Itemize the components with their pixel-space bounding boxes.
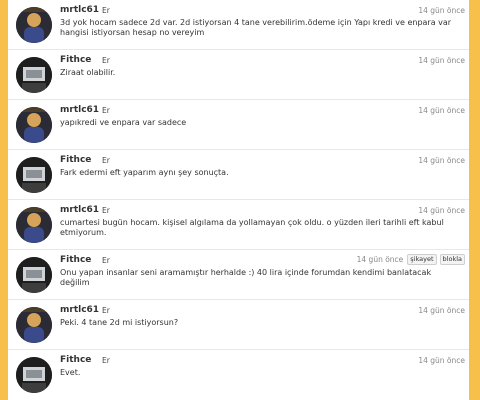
message-item: Fithce Er 14 gün önce şikayet blokla Onu… — [8, 250, 469, 300]
message-actions: 14 gün önce şikayet blokla — [357, 254, 465, 265]
report-button[interactable]: şikayet — [407, 254, 437, 265]
gender-label: Er — [102, 356, 110, 365]
message-text: Ziraat olabilir. — [60, 68, 116, 77]
message-text: Onu yapan insanlar seni aramamıştır herh… — [60, 268, 432, 287]
author-name[interactable]: mrtlc61 — [60, 5, 99, 15]
avatar-mrtlc61[interactable] — [16, 7, 52, 43]
gender-label: Er — [102, 56, 110, 65]
author-name[interactable]: Fithce — [60, 255, 91, 265]
message-date: 14 gün önce — [418, 356, 465, 365]
message-text: Evet. — [60, 368, 81, 377]
message-date: 14 gün önce — [418, 56, 465, 65]
message-thread: mrtlc61 Er 14 gün önce 3d yok hocam sade… — [8, 0, 469, 400]
message-item: mrtlc61 Er 14 gün önce Peki. 4 tane 2d m… — [8, 300, 469, 350]
message-text: cumartesi bugün hocam. kişisel algılama … — [60, 218, 444, 237]
author-name[interactable]: Fithce — [60, 155, 91, 165]
avatar-fithce[interactable] — [16, 357, 52, 393]
message-item: Fithce Er 14 gün önce Evet. — [8, 350, 469, 399]
message-item: mrtlc61 Er 14 gün önce yapıkredi ve enpa… — [8, 100, 469, 150]
right-scroll-bar[interactable] — [469, 0, 480, 400]
avatar-fithce[interactable] — [16, 157, 52, 193]
avatar-mrtlc61[interactable] — [16, 307, 52, 343]
message-date: 14 gün önce — [356, 255, 404, 264]
avatar-fithce[interactable] — [16, 57, 52, 93]
gender-label: Er — [102, 6, 110, 15]
gender-label: Er — [102, 306, 110, 315]
avatar-mrtlc61[interactable] — [16, 207, 52, 243]
message-text: Peki. 4 tane 2d mi istiyorsun? — [60, 318, 179, 327]
author-name[interactable]: Fithce — [60, 55, 91, 65]
message-text: 3d yok hocam sadece 2d var. 2d istiyorsa… — [60, 18, 452, 37]
author-name[interactable]: mrtlc61 — [60, 205, 99, 215]
author-name[interactable]: mrtlc61 — [60, 305, 99, 315]
author-name[interactable]: mrtlc61 — [60, 105, 99, 115]
message-item: Fithce Er 14 gün önce Ziraat olabilir. — [8, 50, 469, 100]
avatar-fithce[interactable] — [16, 257, 52, 293]
left-frame-bar — [0, 0, 8, 400]
message-text: yapıkredi ve enpara var sadece — [60, 118, 187, 127]
gender-label: Er — [102, 106, 110, 115]
gender-label: Er — [102, 206, 110, 215]
gender-label: Er — [102, 256, 110, 265]
message-date: 14 gün önce — [418, 6, 465, 15]
block-button[interactable]: blokla — [439, 254, 465, 265]
author-name[interactable]: Fithce — [60, 355, 91, 365]
message-date: 14 gün önce — [418, 106, 465, 115]
gender-label: Er — [102, 156, 110, 165]
message-date: 14 gün önce — [418, 206, 465, 215]
message-date: 14 gün önce — [418, 306, 465, 315]
message-item: mrtlc61 Er 14 gün önce 3d yok hocam sade… — [8, 0, 469, 50]
message-item: Fithce Er 14 gün önce Fark edermi eft ya… — [8, 150, 469, 200]
message-text: Fark edermi eft yaparım aynı şey sonuçta… — [60, 168, 229, 177]
message-date: 14 gün önce — [418, 156, 465, 165]
avatar-mrtlc61[interactable] — [16, 107, 52, 143]
message-item: mrtlc61 Er 14 gün önce cumartesi bugün h… — [8, 200, 469, 250]
